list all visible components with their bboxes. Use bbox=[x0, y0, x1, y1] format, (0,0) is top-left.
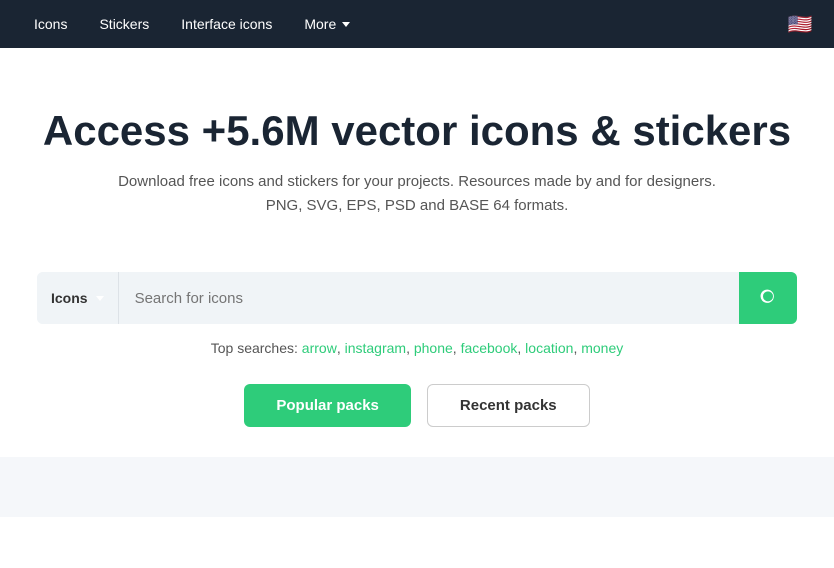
search-type-label: Icons bbox=[51, 290, 88, 306]
hero-heading: Access +5.6M vector icons & stickers bbox=[40, 108, 794, 154]
search-button[interactable] bbox=[739, 272, 797, 324]
search-icon bbox=[758, 288, 778, 308]
search-bar: Icons bbox=[37, 272, 797, 324]
top-search-location[interactable]: location bbox=[525, 340, 573, 356]
search-section: Icons bbox=[0, 248, 834, 340]
nav-item-stickers[interactable]: Stickers bbox=[85, 10, 163, 38]
pack-buttons: Popular packs Recent packs bbox=[0, 384, 834, 427]
top-searches-label: Top searches: bbox=[211, 340, 298, 356]
search-input[interactable] bbox=[119, 272, 739, 324]
top-search-money[interactable]: money bbox=[581, 340, 623, 356]
search-type-selector[interactable]: Icons bbox=[37, 272, 119, 324]
top-search-facebook[interactable]: facebook bbox=[461, 340, 518, 356]
bottom-strip bbox=[0, 457, 834, 517]
chevron-down-icon bbox=[342, 22, 350, 27]
top-search-arrow[interactable]: arrow bbox=[302, 340, 337, 356]
nav-stickers-label: Stickers bbox=[99, 16, 149, 32]
top-search-instagram[interactable]: instagram bbox=[345, 340, 406, 356]
recent-packs-button[interactable]: Recent packs bbox=[427, 384, 590, 427]
nav-more-label: More bbox=[304, 16, 336, 32]
flag-icon[interactable]: 🇺🇸 bbox=[786, 14, 814, 34]
hero-section: Access +5.6M vector icons & stickers Dow… bbox=[0, 48, 834, 248]
nav-interface-label: Interface icons bbox=[181, 16, 272, 32]
popular-packs-button[interactable]: Popular packs bbox=[244, 384, 411, 427]
nav-item-icons[interactable]: Icons bbox=[20, 10, 81, 38]
nav-icons-label: Icons bbox=[34, 16, 67, 32]
nav-item-interface-icons[interactable]: Interface icons bbox=[167, 10, 286, 38]
nav-item-more[interactable]: More bbox=[290, 10, 364, 38]
top-searches: Top searches: arrow, instagram, phone, f… bbox=[0, 340, 834, 356]
navbar: Icons Stickers Interface icons More 🇺🇸 bbox=[0, 0, 834, 48]
chevron-down-icon bbox=[96, 296, 104, 301]
top-search-phone[interactable]: phone bbox=[414, 340, 453, 356]
hero-description: Download free icons and stickers for you… bbox=[117, 170, 717, 218]
